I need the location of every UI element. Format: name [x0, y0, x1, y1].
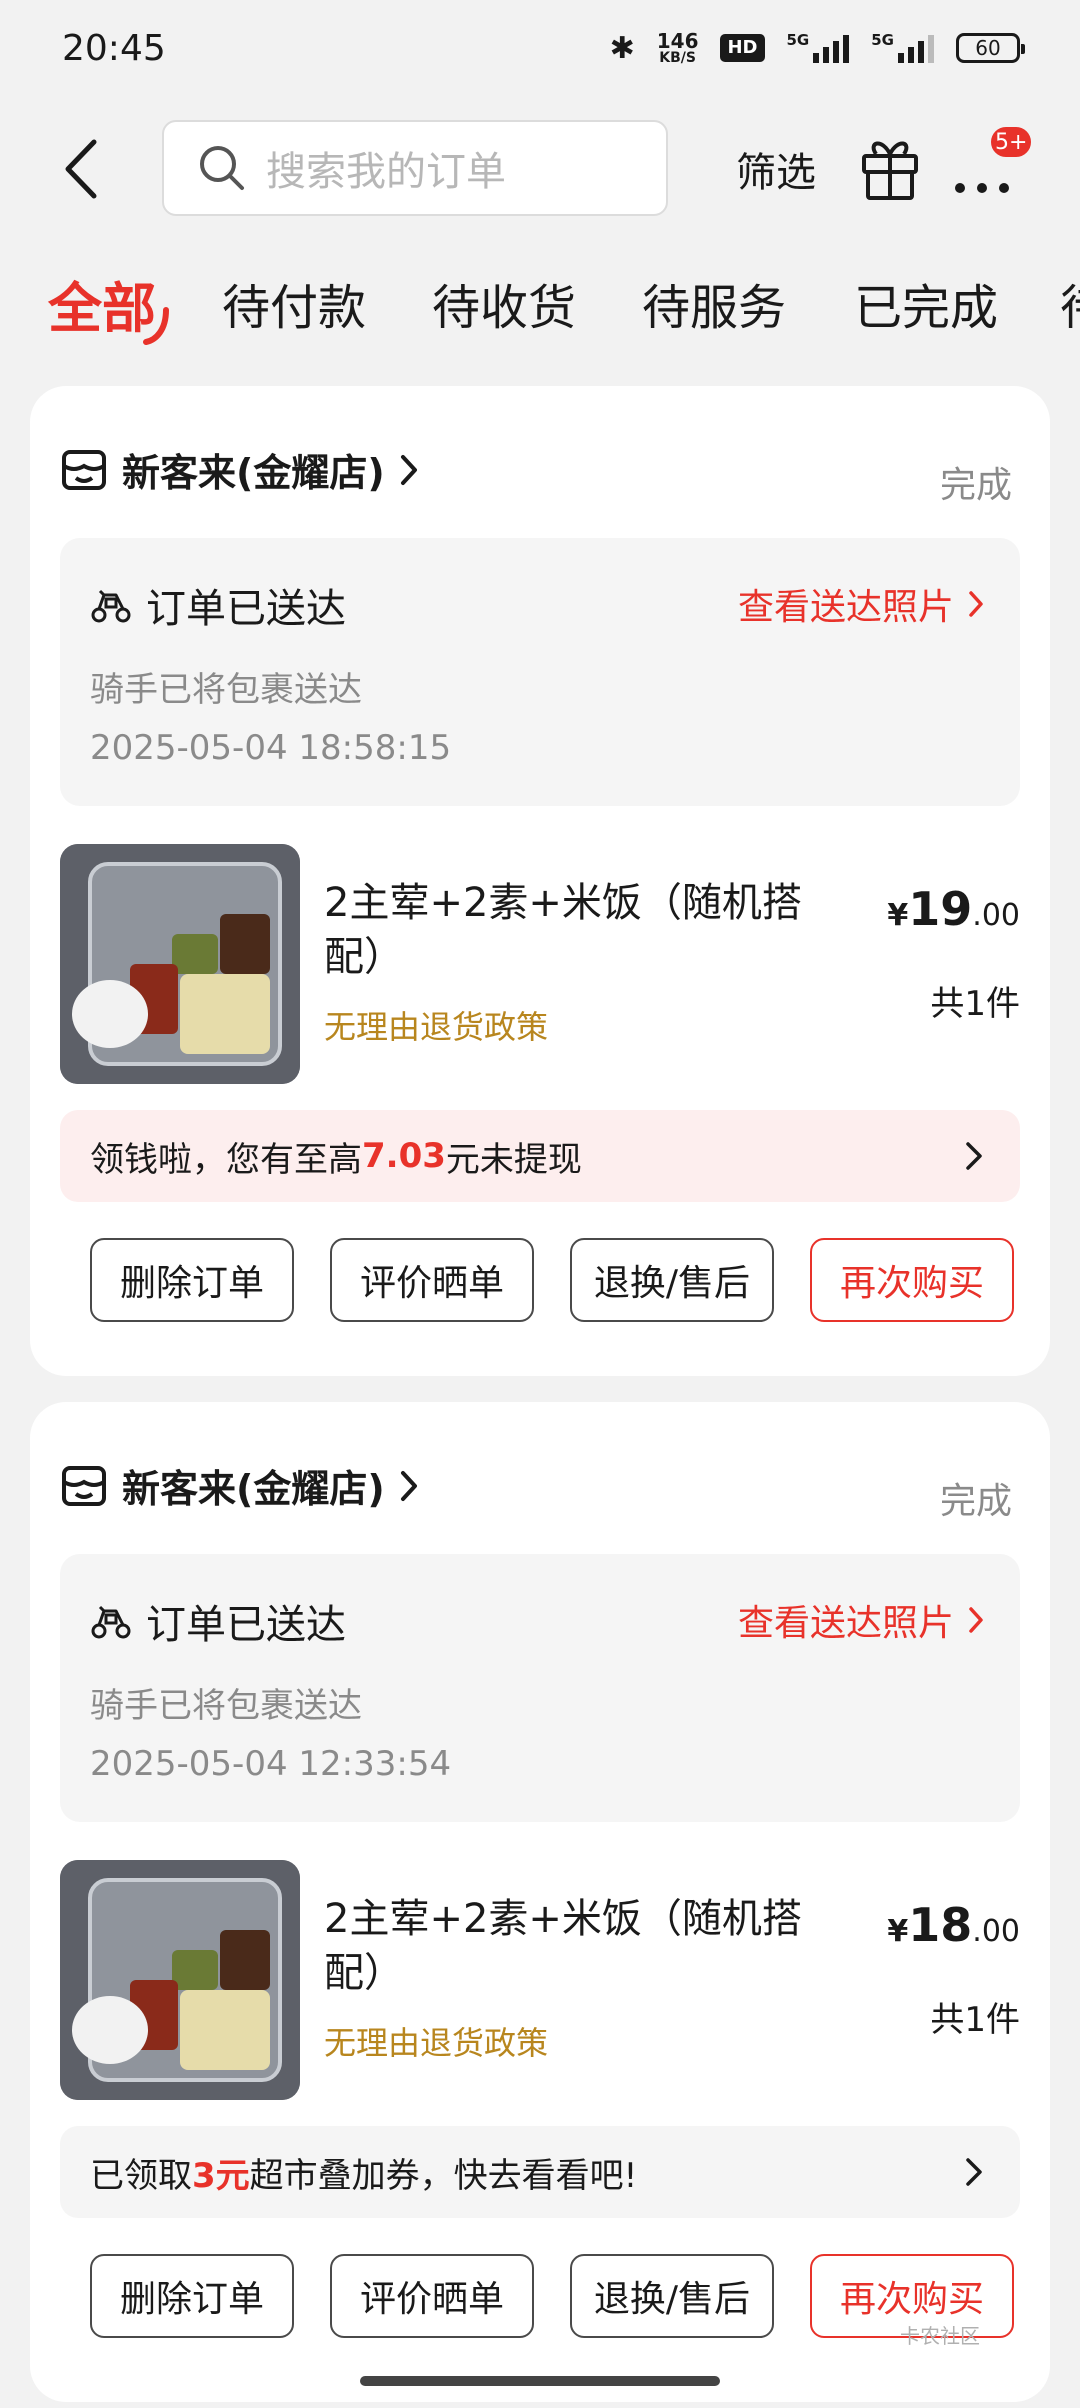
view-delivery-photo-link[interactable]: 查看送达照片 [738, 578, 984, 630]
bluetooth-icon: ✱ [609, 30, 635, 66]
tab-all[interactable]: 全部 [48, 264, 156, 343]
delete-order-button[interactable]: 删除订单 [90, 1238, 294, 1322]
delivery-subtitle: 骑手已将包裹送达 [90, 670, 362, 710]
review-order-button[interactable]: 评价晒单 [330, 2254, 534, 2338]
tab-active-indicator [143, 307, 169, 345]
top-bar: 搜索我的订单 筛选 5+ [0, 120, 1080, 216]
return-policy: 无理由退货政策 [324, 1008, 549, 1046]
delivery-title: 订单已送达 [146, 586, 346, 632]
product-name[interactable]: 2主荤+2素+米饭（随机搭配） [324, 1892, 844, 2000]
back-arrow-icon[interactable] [54, 134, 114, 204]
shop-row[interactable]: 新客来(金耀店) [60, 442, 419, 497]
shop-row[interactable]: 新客来(金耀店) [60, 1458, 419, 1513]
delivery-info[interactable]: 订单已送达 查看送达照片 骑手已将包裹送达 2025-05-04 12:33:5… [60, 1554, 1020, 1822]
delivery-scooter-icon [91, 589, 131, 623]
signal-icon-1: 5G [787, 33, 850, 63]
product-quantity: 共1件 [930, 2000, 1020, 2040]
delivery-title: 订单已送达 [146, 1602, 346, 1648]
chevron-right-icon [400, 1470, 417, 1501]
order-status: 完成 [939, 1481, 1012, 1522]
order-card[interactable]: 新客来(金耀店) 完成 订单已送达 查看送达照片 骑手已将包裹送达 2025-0… [30, 1402, 1050, 2402]
return-policy: 无理由退货政策 [324, 2024, 549, 2062]
delivery-time: 2025-05-04 12:33:54 [90, 1744, 452, 1784]
search-input[interactable]: 搜索我的订单 [162, 120, 668, 216]
delivery-subtitle: 骑手已将包裹送达 [90, 1686, 362, 1726]
status-bar: 20:45 ✱ 146 KB/S HD 5G 5G 60 [0, 0, 1080, 96]
order-tabs: 全部 待付款 待收货 待服务 已完成 待 [0, 260, 1080, 350]
battery-icon: 60 [956, 33, 1025, 63]
tab-more[interactable]: 待 [1060, 268, 1080, 338]
shop-name: 新客来(金耀店) [122, 1467, 385, 1511]
product-price: ¥ 18 .00 [887, 1898, 1020, 1952]
tab-pending-payment[interactable]: 待付款 [222, 268, 366, 338]
after-sales-button[interactable]: 退换/售后 [570, 1238, 774, 1322]
product-price: ¥ 19 .00 [887, 882, 1020, 936]
search-icon [200, 146, 244, 190]
review-order-button[interactable]: 评价晒单 [330, 1238, 534, 1322]
store-icon [62, 1465, 106, 1506]
shop-name: 新客来(金耀店) [122, 451, 385, 495]
after-sales-button[interactable]: 退换/售后 [570, 2254, 774, 2338]
buy-again-button[interactable]: 再次购买 [810, 1238, 1014, 1322]
hd-icon: HD [720, 34, 765, 62]
delivery-scooter-icon [91, 1605, 131, 1639]
view-delivery-photo-link[interactable]: 查看送达照片 [738, 1594, 984, 1646]
store-icon [62, 449, 106, 490]
status-icons: ✱ 146 KB/S HD 5G 5G 60 [609, 29, 1025, 66]
order-card[interactable]: 新客来(金耀店) 完成 订单已送达 查看送达照片 骑手已将包裹送达 2025-0… [30, 386, 1050, 1376]
order-status: 完成 [939, 465, 1012, 506]
chevron-right-icon [969, 591, 983, 617]
signal-icon-2: 5G [871, 33, 934, 63]
status-time: 20:45 [62, 27, 166, 69]
tab-completed[interactable]: 已完成 [854, 268, 998, 338]
chevron-right-icon [400, 454, 417, 485]
watermark: 卡农社区 [900, 2324, 980, 2348]
product-image[interactable] [60, 844, 300, 1084]
net-speed: 146 KB/S [656, 29, 699, 66]
product-quantity: 共1件 [930, 984, 1020, 1024]
delivery-time: 2025-05-04 18:58:15 [90, 728, 452, 768]
product-image[interactable] [60, 1860, 300, 2100]
filter-button[interactable]: 筛选 [736, 140, 816, 198]
delivery-info[interactable]: 订单已送达 查看送达照片 骑手已将包裹送达 2025-05-04 18:58:1… [60, 538, 1020, 806]
product-name[interactable]: 2主荤+2素+米饭（随机搭配） [324, 876, 844, 984]
home-indicator[interactable] [360, 2376, 720, 2386]
gift-icon[interactable] [858, 132, 922, 202]
notification-badge: 5+ [988, 124, 1035, 160]
search-placeholder: 搜索我的订单 [266, 149, 506, 195]
delete-order-button[interactable]: 删除订单 [90, 2254, 294, 2338]
tab-pending-service[interactable]: 待服务 [642, 268, 786, 338]
chevron-right-icon [966, 1142, 982, 1170]
tab-pending-receipt[interactable]: 待收货 [432, 268, 576, 338]
chevron-right-icon [969, 1607, 983, 1633]
promo-banner[interactable]: 领钱啦，您有至高 7.03 元未提现 [60, 1110, 1020, 1202]
promo-banner[interactable]: 已领取 3元 超市叠加券，快去看看吧! [60, 2126, 1020, 2218]
chevron-right-icon [966, 2158, 982, 2186]
